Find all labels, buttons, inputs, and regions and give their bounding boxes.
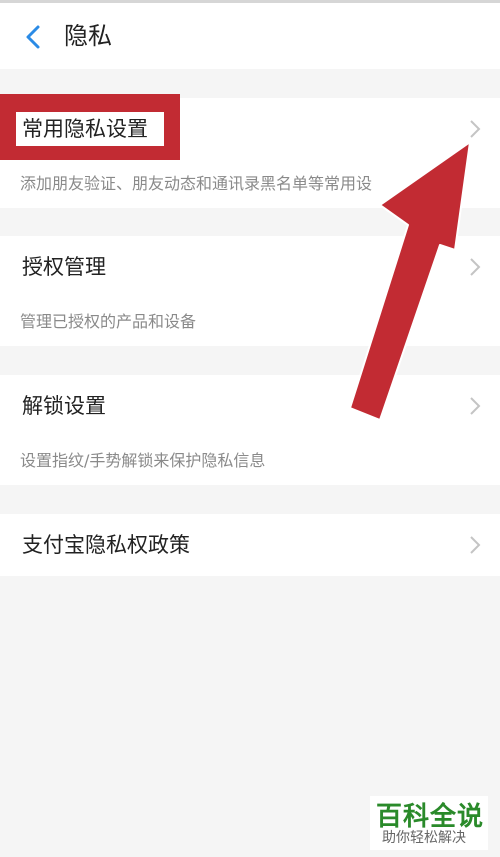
settings-item-label: 解锁设置 (22, 394, 106, 418)
highlighted-label: 常用隐私设置 (22, 117, 148, 141)
settings-item-description: 设置指纹/手势解锁来保护隐私信息 (20, 451, 266, 470)
chevron-right-icon (470, 536, 481, 554)
watermark-tagline: 助你轻松解决 (382, 830, 466, 846)
settings-item-privacy-policy[interactable]: 支付宝隐私权政策 (0, 514, 500, 576)
annotation-arrow-icon (349, 141, 471, 421)
settings-item-label: 授权管理 (22, 255, 106, 279)
annotation-highlight-inner: 常用隐私设置 (16, 112, 164, 146)
chevron-left-icon (26, 25, 40, 49)
top-app-bar: 隐私 (0, 3, 500, 69)
page-title: 隐私 (64, 22, 112, 50)
back-button[interactable] (18, 20, 48, 54)
watermark-logo: 百科全说 助你轻松解决 (370, 796, 488, 850)
settings-item-label: 支付宝隐私权政策 (22, 533, 190, 557)
